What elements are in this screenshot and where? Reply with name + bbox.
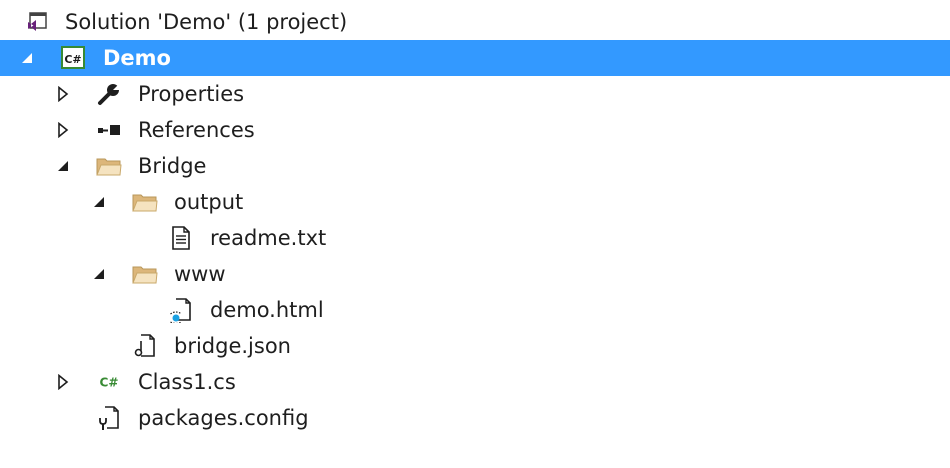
- tree-node-class1-cs[interactable]: C# Class1.cs: [0, 364, 950, 400]
- expanded-arrow-icon[interactable]: [18, 49, 36, 67]
- tree-node-label: Bridge: [138, 154, 207, 178]
- text-file-icon: [168, 225, 194, 251]
- tree-node-packages-config[interactable]: packages.config: [0, 400, 950, 436]
- tree-node-demo-html[interactable]: demo.html: [0, 292, 950, 328]
- wrench-icon: [96, 81, 122, 107]
- folder-icon: [132, 189, 158, 215]
- visual-studio-solution-icon: [24, 9, 50, 35]
- tree-node-readme-txt[interactable]: readme.txt: [0, 220, 950, 256]
- tree-node-label: packages.config: [138, 406, 309, 430]
- csharp-file-icon: C#: [96, 369, 122, 395]
- references-icon: [96, 117, 122, 143]
- project-node-demo[interactable]: C# Demo: [0, 40, 950, 76]
- tree-node-label: www: [174, 262, 226, 286]
- collapsed-arrow-icon[interactable]: [54, 85, 72, 103]
- tree-node-label: output: [174, 190, 244, 214]
- solution-label: Solution 'Demo' (1 project): [65, 10, 348, 34]
- expanded-arrow-icon[interactable]: [54, 157, 72, 175]
- tree-node-label: References: [138, 118, 255, 142]
- csharp-project-icon: C#: [60, 45, 86, 71]
- folder-icon: [132, 261, 158, 287]
- collapsed-arrow-icon[interactable]: [54, 121, 72, 139]
- tree-node-www[interactable]: www: [0, 256, 950, 292]
- tree-node-bridge-json[interactable]: bridge.json: [0, 328, 950, 364]
- tree-node-label: readme.txt: [210, 226, 327, 250]
- expanded-arrow-icon[interactable]: [90, 265, 108, 283]
- solution-node[interactable]: Solution 'Demo' (1 project): [0, 4, 950, 40]
- expanded-arrow-icon[interactable]: [90, 193, 108, 211]
- csharp-file-badge: C#: [100, 376, 119, 390]
- csharp-project-badge: C#: [64, 53, 81, 66]
- tree-node-references[interactable]: References: [0, 112, 950, 148]
- tree-node-label: bridge.json: [174, 334, 291, 358]
- project-label: Demo: [103, 46, 171, 70]
- folder-icon: [96, 153, 122, 179]
- tree-node-label: demo.html: [210, 298, 324, 322]
- tree-node-label: Properties: [138, 82, 245, 106]
- tree-node-output[interactable]: output: [0, 184, 950, 220]
- json-file-icon: [132, 333, 158, 359]
- tree-node-bridge[interactable]: Bridge: [0, 148, 950, 184]
- tree-node-properties[interactable]: Properties: [0, 76, 950, 112]
- collapsed-arrow-icon[interactable]: [54, 373, 72, 391]
- solution-explorer-tree: Solution 'Demo' (1 project) C# Demo Prop…: [0, 4, 950, 436]
- tree-node-label: Class1.cs: [138, 370, 236, 394]
- config-file-icon: [96, 405, 122, 431]
- html-file-icon: [168, 297, 194, 323]
